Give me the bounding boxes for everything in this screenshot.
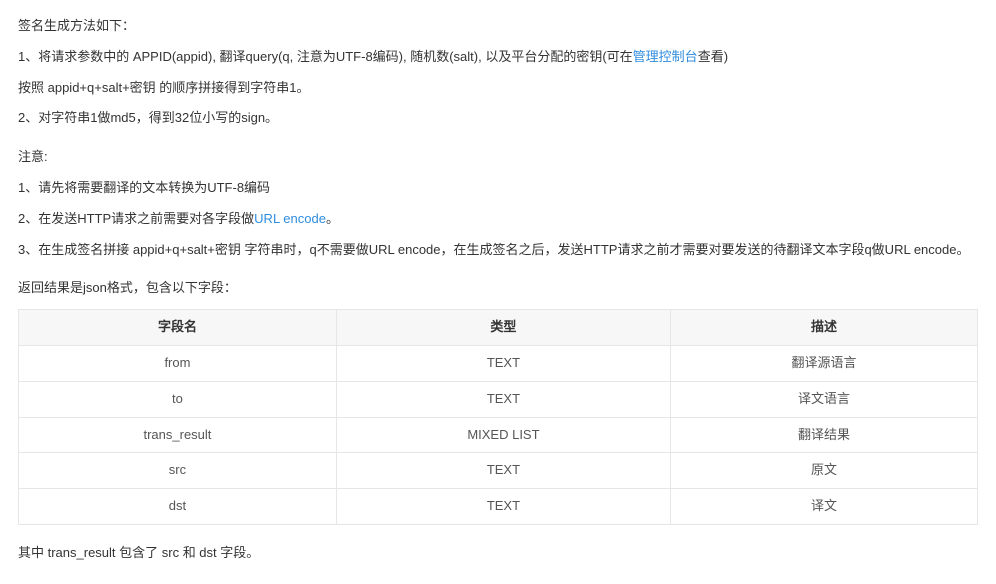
notice-item-1: 1、请先将需要翻译的文本转换为UTF-8编码 xyxy=(18,178,978,199)
table-row: from TEXT 翻译源语言 xyxy=(19,345,978,381)
col-type: 类型 xyxy=(336,310,670,346)
cell: 翻译结果 xyxy=(670,417,977,453)
signature-step-1b: 按照 appid+q+salt+密钥 的顺序拼接得到字符串1。 xyxy=(18,78,978,99)
signature-step-1: 1、将请求参数中的 APPID(appid), 翻译query(q, 注意为UT… xyxy=(18,47,978,68)
table-row: trans_result MIXED LIST 翻译结果 xyxy=(19,417,978,453)
cell: to xyxy=(19,381,337,417)
signature-heading: 签名生成方法如下： xyxy=(18,16,978,37)
url-encode-link[interactable]: URL encode xyxy=(254,211,326,226)
cell: 译文语言 xyxy=(670,381,977,417)
table-row: src TEXT 原文 xyxy=(19,453,978,489)
text: 1、将请求参数中的 APPID(appid), 翻译query(q, 注意为UT… xyxy=(18,49,633,64)
cell: 翻译源语言 xyxy=(670,345,977,381)
cell: TEXT xyxy=(336,453,670,489)
cell: 原文 xyxy=(670,453,977,489)
cell: MIXED LIST xyxy=(336,417,670,453)
fields-table: 字段名 类型 描述 from TEXT 翻译源语言 to TEXT 译文语言 t… xyxy=(18,309,978,525)
table-header-row: 字段名 类型 描述 xyxy=(19,310,978,346)
signature-step-2: 2、对字符串1做md5，得到32位小写的sign。 xyxy=(18,108,978,129)
console-link[interactable]: 管理控制台 xyxy=(633,49,698,64)
col-desc: 描述 xyxy=(670,310,977,346)
cell: TEXT xyxy=(336,381,670,417)
cell: trans_result xyxy=(19,417,337,453)
text: 查看) xyxy=(698,49,728,64)
notice-item-2: 2、在发送HTTP请求之前需要对各字段做URL encode。 xyxy=(18,209,978,230)
result-heading: 返回结果是json格式，包含以下字段： xyxy=(18,278,978,299)
cell: TEXT xyxy=(336,345,670,381)
col-field-name: 字段名 xyxy=(19,310,337,346)
cell: src xyxy=(19,453,337,489)
table-row: to TEXT 译文语言 xyxy=(19,381,978,417)
notice-heading: 注意: xyxy=(18,147,978,168)
notice-item-3: 3、在生成签名拼接 appid+q+salt+密钥 字符串时，q不需要做URL … xyxy=(18,240,978,261)
cell: from xyxy=(19,345,337,381)
text: 2、在发送HTTP请求之前需要对各字段做 xyxy=(18,211,254,226)
text: 。 xyxy=(326,211,339,226)
footer-note: 其中 trans_result 包含了 src 和 dst 字段。 xyxy=(18,543,978,564)
